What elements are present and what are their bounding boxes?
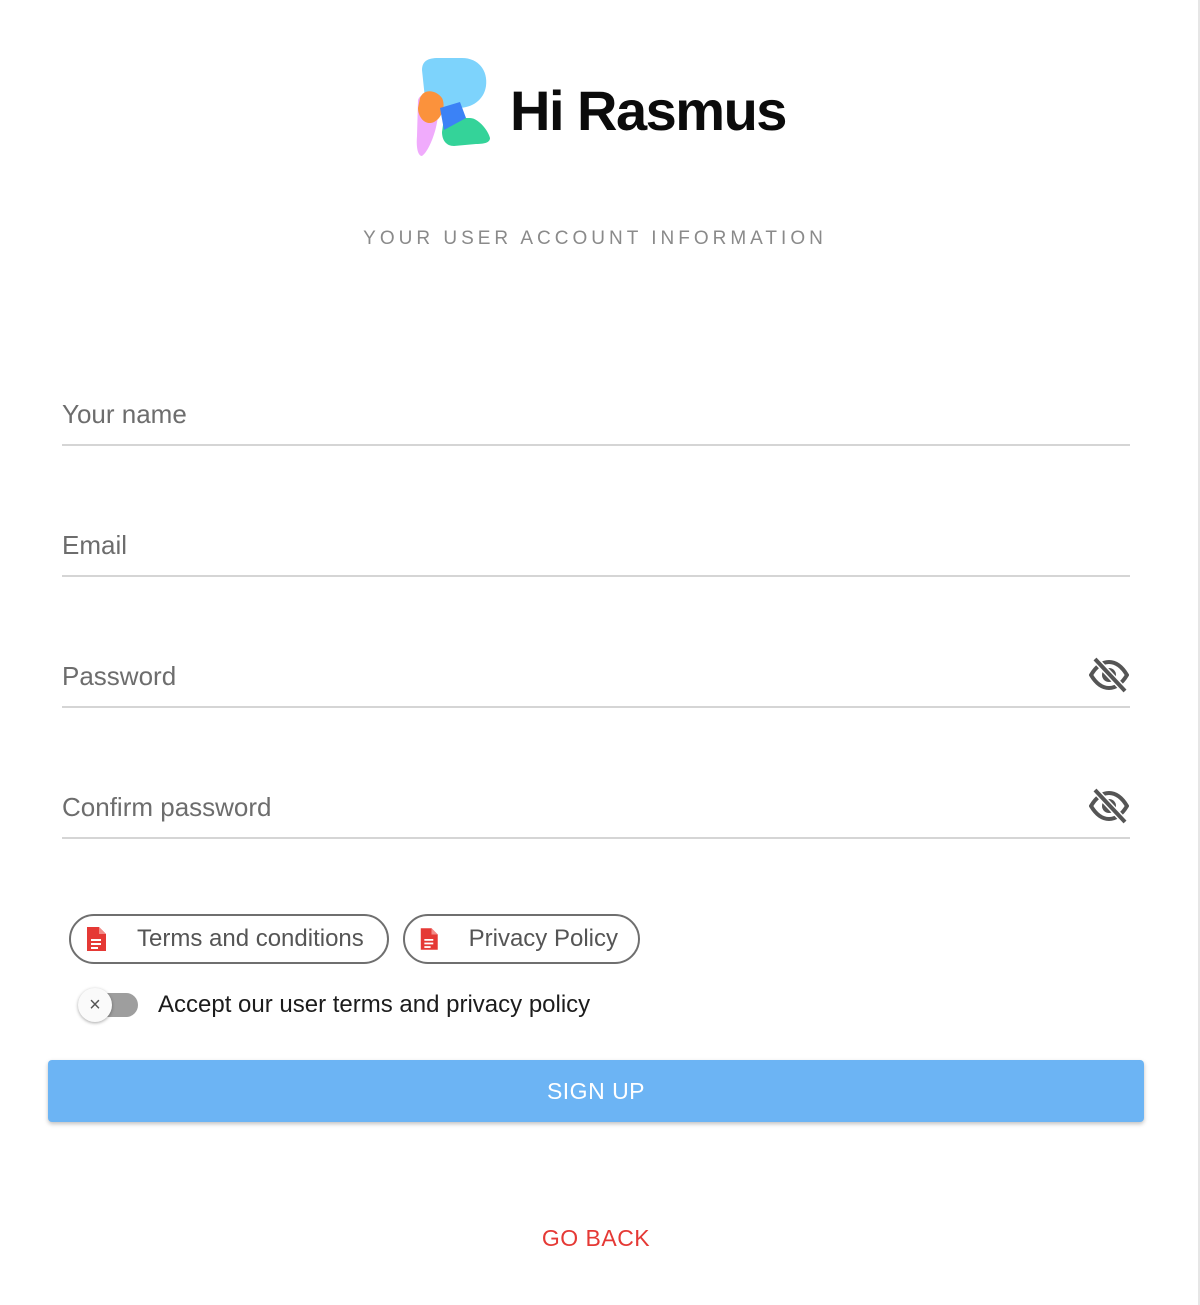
password-input[interactable] [62, 646, 1072, 706]
close-icon: × [78, 988, 112, 1022]
email-input[interactable] [62, 515, 1072, 575]
page-subtitle: YOUR USER ACCOUNT INFORMATION [363, 228, 827, 249]
password-visibility-toggle[interactable] [1088, 656, 1130, 694]
brand-logo: Hi Rasmus [414, 56, 787, 158]
terms-chip[interactable]: Terms and conditions [69, 914, 389, 964]
brand-name: Hi Rasmus [510, 78, 787, 142]
terms-chip-label: Terms and conditions [137, 925, 364, 952]
signup-button[interactable]: SIGN UP [48, 1060, 1144, 1122]
consent-label: Accept our user terms and privacy policy [158, 991, 591, 1018]
name-input[interactable] [62, 384, 1072, 444]
name-field [62, 384, 1130, 446]
document-icon [420, 928, 438, 950]
consent-toggle[interactable]: × [78, 986, 140, 1024]
privacy-chip-label: Privacy Policy [468, 925, 618, 952]
privacy-chip[interactable]: Privacy Policy [403, 914, 640, 964]
confirm-password-field [62, 777, 1130, 839]
confirm-password-input[interactable] [62, 777, 1072, 837]
eye-off-icon [1089, 788, 1129, 824]
confirm-password-visibility-toggle[interactable] [1088, 787, 1130, 825]
document-icon [87, 927, 106, 951]
rasmus-logo-mark-icon [416, 58, 490, 156]
signup-page: Hi Rasmus YOUR USER ACCOUNT INFORMATION [0, 0, 1200, 1305]
password-field [62, 646, 1130, 708]
eye-off-icon [1089, 657, 1129, 693]
go-back-button[interactable]: GO BACK [0, 1216, 1192, 1260]
consent-row: × Accept our user terms and privacy poli… [78, 986, 590, 1024]
email-field [62, 515, 1130, 577]
